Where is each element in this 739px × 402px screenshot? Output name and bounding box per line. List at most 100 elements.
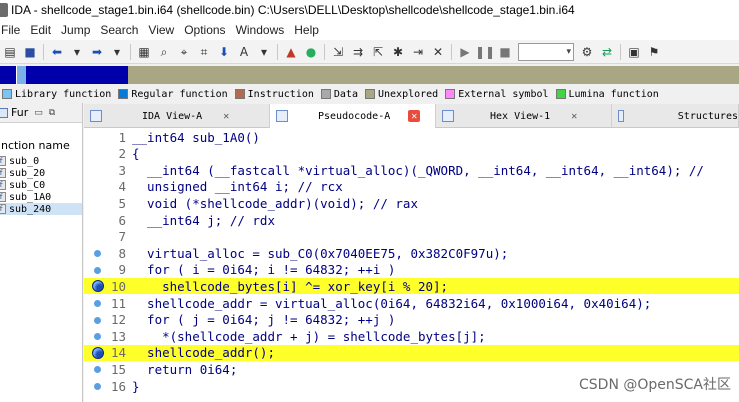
code-line[interactable]: 2{	[84, 146, 739, 162]
breakpoint-icon[interactable]: ✱	[390, 44, 406, 60]
menu-edit[interactable]: Edit	[25, 23, 56, 37]
title-bar: IDA - shellcode_stage1.bin.i64 (shellcod…	[0, 0, 739, 20]
step-over-icon[interactable]: ⇉	[350, 44, 366, 60]
code-text: for ( i = 0i64; i != 64832; ++i )	[132, 262, 396, 278]
search-icon[interactable]: ⌕	[156, 44, 172, 60]
jump-icon[interactable]: ⬇	[216, 44, 232, 60]
function-item[interactable]: fsub_1A0	[0, 191, 82, 203]
code-line[interactable]: 13 *(shellcode_addr + j) = shellcode_byt…	[84, 328, 739, 344]
code-line[interactable]: 11 shellcode_addr = virtual_alloc(0i64, …	[84, 295, 739, 311]
text-search-icon[interactable]: ⌖	[176, 44, 192, 60]
toolbar-separator	[277, 43, 278, 60]
detach-icon[interactable]: ⇄	[599, 44, 615, 60]
code-line[interactable]: 8 virtual_alloc = sub_C0(0x7040EE75, 0x3…	[84, 245, 739, 261]
run-script-icon[interactable]: ●	[303, 44, 319, 60]
tab-label: Structures	[677, 110, 738, 122]
menu-search[interactable]: Search	[95, 23, 143, 37]
code-line[interactable]: 1 __int64 sub_1A0()	[84, 129, 739, 145]
pseudocode-view[interactable]: 1 __int64 sub_1A0() 2{3 __int64 (__fastcal…	[84, 128, 739, 402]
graph-icon[interactable]: ▲	[283, 44, 299, 60]
menu-view[interactable]: View	[143, 23, 179, 37]
line-marker-dot[interactable]	[94, 266, 101, 274]
legend-label: Library function	[15, 88, 112, 100]
code-line[interactable]: 14 shellcode_addr();	[84, 344, 739, 361]
menu-help[interactable]: Help	[289, 23, 324, 37]
code-line[interactable]: 12 for ( j = 0i64; j != 64832; ++j )	[84, 312, 739, 328]
code-line[interactable]: 9 for ( i = 0i64; i != 64832; ++i )	[84, 262, 739, 278]
close-icon[interactable]: ✕	[220, 110, 232, 122]
line-marker-dot[interactable]	[94, 316, 101, 324]
snapshot-icon[interactable]: ▣	[626, 44, 642, 60]
settings-icon[interactable]: ⚑	[646, 44, 662, 60]
hex-view-icon	[442, 110, 454, 122]
forward-dropdown-icon[interactable]: ▾	[109, 44, 125, 60]
line-marker-dot[interactable]	[94, 333, 101, 341]
binary-search-icon[interactable]: ⌗	[196, 44, 212, 60]
code-line[interactable]: 6 __int64 j; // rdx	[84, 212, 739, 228]
forward-icon[interactable]: ➡	[89, 44, 105, 60]
legend-item: External symbol	[445, 89, 549, 100]
legend-swatch	[118, 89, 129, 99]
panel-pin-icon[interactable]: ⧉	[49, 108, 55, 118]
pause-icon[interactable]: ❚❚	[475, 44, 495, 60]
step-out-icon[interactable]: ⇱	[370, 44, 386, 60]
back-icon[interactable]: ⬅	[49, 44, 65, 60]
code-line[interactable]: 4 unsigned __int64 i; // rcx	[84, 179, 739, 195]
code-line[interactable]: 7	[84, 229, 739, 245]
tab-label: Pseudocode-A	[318, 110, 391, 122]
function-item[interactable]: fsub_0	[0, 155, 82, 167]
menu-file[interactable]: File	[0, 23, 25, 37]
close-icon[interactable]: ✕	[408, 110, 421, 122]
debugger-combo[interactable]: ▾	[518, 42, 574, 61]
tab-hex-view-1[interactable]: Hex View-1 ✕	[436, 104, 612, 128]
trace-icon[interactable]: ⇥	[410, 44, 426, 60]
line-number: 12	[110, 312, 126, 328]
menu-windows[interactable]: Windows	[231, 23, 290, 37]
code-text: for ( j = 0i64; j != 64832; ++j )	[132, 312, 396, 328]
save-icon[interactable]: ■	[22, 44, 38, 60]
function-item[interactable]: fsub_240	[0, 203, 82, 215]
code-text: __int64 j; // rdx	[132, 212, 275, 228]
line-number: 5	[118, 195, 126, 211]
line-number: 3	[118, 162, 126, 178]
code-text: shellcode_addr();	[132, 345, 275, 361]
font-icon[interactable]: A	[236, 44, 252, 60]
attach-icon[interactable]: ⚙	[579, 44, 595, 60]
tab-structures[interactable]: Structures	[612, 104, 739, 128]
legend-item: Lumina function	[555, 89, 659, 100]
breakpoint-icon[interactable]	[92, 280, 104, 293]
back-dropdown-icon[interactable]: ▾	[69, 44, 85, 60]
tab-ida-view-a[interactable]: IDA View-A ✕	[84, 104, 270, 128]
function-name-column-header[interactable]: unction name	[0, 139, 82, 155]
breakpoint-icon[interactable]	[92, 346, 104, 359]
panel-float-icon[interactable]: ▭	[34, 108, 43, 118]
tab-pseudocode-a[interactable]: Pseudocode-A ✕	[270, 104, 436, 128]
line-marker-dot[interactable]	[94, 300, 101, 307]
hex-icon[interactable]: ▦	[136, 44, 152, 60]
functions-panel: Fur ▭ ⧉ unction name fsub_0 fsub_20 fsub…	[0, 103, 83, 402]
line-marker-dot[interactable]	[94, 366, 101, 374]
line-marker-dot[interactable]	[94, 383, 101, 390]
open-icon[interactable]: ▤	[2, 44, 18, 60]
functions-panel-title[interactable]: Fur	[11, 106, 28, 119]
function-item[interactable]: fsub_C0	[0, 179, 82, 191]
code-text: __int64 sub_1A0()	[132, 129, 260, 145]
line-marker-dot[interactable]	[94, 250, 101, 258]
close-icon[interactable]: ✕	[568, 110, 580, 122]
menu-options[interactable]: Options	[179, 23, 230, 37]
menu-jump[interactable]: Jump	[56, 23, 95, 37]
code-line[interactable]: 10 shellcode_bytes[i] ^= xor_key[i % 20]…	[84, 278, 739, 295]
navigation-band[interactable]	[0, 65, 739, 85]
close-icon[interactable]: ✕	[430, 44, 446, 60]
font-dropdown-icon[interactable]: ▾	[256, 44, 272, 60]
nav-cursor[interactable]	[16, 66, 26, 84]
code-line[interactable]: 5 void (*shellcode_addr)(void); // rax	[84, 195, 739, 211]
code-line[interactable]: 3 __int64 (__fastcall *virtual_alloc)(_Q…	[84, 162, 739, 178]
code-text: return 0i64;	[132, 361, 238, 377]
function-item[interactable]: fsub_20	[0, 167, 82, 179]
run-icon[interactable]: ▶	[457, 44, 473, 60]
stop-icon[interactable]: ■	[497, 44, 513, 60]
step-into-icon[interactable]: ⇲	[330, 44, 346, 60]
legend-swatch	[364, 89, 375, 99]
pseudocode-icon	[276, 110, 288, 122]
